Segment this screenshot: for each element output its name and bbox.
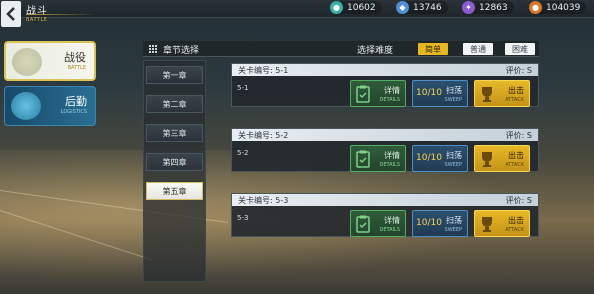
tab-battle-sublabel: BATTLE (67, 65, 86, 71)
stage-header: 关卡编号: 5-2 评价: S (232, 129, 538, 141)
stage-header: 关卡编号: 5-3 评价: S (232, 194, 538, 206)
chapter-item[interactable]: 第三章 (146, 124, 203, 142)
details-label: 详情 (384, 216, 400, 225)
page-subtitle: BATTLE (26, 17, 48, 23)
back-button[interactable] (1, 1, 21, 27)
difficulty-hard-button[interactable]: 困难 (505, 43, 535, 55)
coin-icon: ● (330, 1, 343, 14)
resource-value: 10602 (347, 2, 376, 13)
resource-counter-coin: ● 10602 (330, 1, 382, 14)
clipboard-icon (356, 85, 370, 103)
trophy-icon (482, 217, 492, 232)
background-streak (0, 210, 153, 261)
details-sublabel: DETAILS (379, 97, 400, 103)
attack-label: 出击 (508, 216, 524, 225)
sweep-button[interactable]: 10/10 扫荡 SWEEP (412, 210, 468, 237)
details-label: 详情 (384, 151, 400, 160)
sweep-sublabel: SWEEP (444, 227, 462, 233)
sweep-count: 10/10 (416, 153, 442, 163)
tab-battle[interactable]: 战役 BATTLE (4, 41, 96, 81)
stage-name: 5-2 (237, 149, 249, 157)
chapter-item-active[interactable]: 第五章 (146, 182, 203, 200)
stage-rating: 评价: S (505, 195, 532, 205)
panel-title: 章节选择 (163, 46, 200, 56)
logistics-emblem-icon (11, 92, 41, 120)
stage-code: 关卡编号: 5-2 (238, 130, 289, 140)
details-sublabel: DETAILS (379, 162, 400, 168)
chapter-panel-header: 章节选择 选择难度 简单 普通 困难 (143, 41, 539, 57)
trophy-icon (482, 152, 492, 167)
stage-card: 关卡编号: 5-2 评价: S 5-2 详情 DETAILS 10/10 扫荡 … (231, 128, 539, 172)
attack-button[interactable]: 出击 ATTACK (474, 80, 530, 107)
sweep-button[interactable]: 10/10 扫荡 SWEEP (412, 145, 468, 172)
resource-value: 13746 (413, 2, 442, 13)
resource-counter-feather: ✦ 12863 (462, 1, 514, 14)
attack-label: 出击 (508, 86, 524, 95)
attack-sublabel: ATTACK (505, 162, 524, 168)
chapter-item[interactable]: 第一章 (146, 66, 203, 84)
chapter-list: 第一章 第二章 第三章 第四章 第五章 (143, 60, 206, 282)
resource-counter-fuel: ● 104039 (529, 1, 587, 14)
grid-icon (149, 45, 157, 53)
details-button[interactable]: 详情 DETAILS (350, 210, 406, 237)
tab-logistics-label: 后勤 (65, 95, 87, 108)
resource-counter-crystal: ◆ 13746 (396, 1, 448, 14)
chapter-item[interactable]: 第四章 (146, 153, 203, 171)
attack-sublabel: ATTACK (505, 227, 524, 233)
sweep-count: 10/10 (416, 218, 442, 228)
attack-sublabel: ATTACK (505, 97, 524, 103)
attack-button[interactable]: 出击 ATTACK (474, 210, 530, 237)
difficulty-normal-button[interactable]: 普通 (463, 43, 493, 55)
details-sublabel: DETAILS (379, 227, 400, 233)
tab-battle-label: 战役 (64, 51, 86, 64)
stage-card: 关卡编号: 5-3 评价: S 5-3 详情 DETAILS 10/10 扫荡 … (231, 193, 539, 237)
stage-rating: 评价: S (505, 65, 532, 75)
details-button[interactable]: 详情 DETAILS (350, 80, 406, 107)
chapter-item[interactable]: 第二章 (146, 95, 203, 113)
resource-value: 12863 (479, 2, 508, 13)
clipboard-icon (356, 150, 370, 168)
stage-code: 关卡编号: 5-3 (238, 195, 289, 205)
crystal-icon: ◆ (396, 1, 409, 14)
fuel-icon: ● (529, 1, 542, 14)
sweep-label: 扫荡 (446, 216, 462, 225)
attack-label: 出击 (508, 151, 524, 160)
stage-name: 5-1 (237, 84, 249, 92)
sweep-button[interactable]: 10/10 扫荡 SWEEP (412, 80, 468, 107)
battle-emblem-icon (12, 48, 42, 76)
sweep-label: 扫荡 (446, 86, 462, 95)
sweep-sublabel: SWEEP (444, 97, 462, 103)
sweep-count: 10/10 (416, 88, 442, 98)
details-button[interactable]: 详情 DETAILS (350, 145, 406, 172)
title-underline (26, 14, 96, 15)
trophy-icon (482, 87, 492, 102)
stage-header: 关卡编号: 5-1 评价: S (232, 64, 538, 76)
tab-logistics-sublabel: LOGISTICS (60, 109, 87, 115)
resource-value: 104039 (546, 2, 581, 13)
sweep-sublabel: SWEEP (444, 162, 462, 168)
stage-code: 关卡编号: 5-1 (238, 65, 289, 75)
feather-icon: ✦ (462, 1, 475, 14)
stage-rating: 评价: S (505, 130, 532, 140)
stage-card: 关卡编号: 5-1 评价: S 5-1 详情 DETAILS 10/10 扫荡 … (231, 63, 539, 107)
tab-logistics[interactable]: 后勤 LOGISTICS (4, 86, 96, 126)
difficulty-easy-button[interactable]: 简单 (418, 43, 448, 55)
difficulty-label: 选择难度 (357, 46, 394, 56)
details-label: 详情 (384, 86, 400, 95)
chevron-left-icon (6, 7, 15, 21)
clipboard-icon (356, 215, 370, 233)
attack-button[interactable]: 出击 ATTACK (474, 145, 530, 172)
sweep-label: 扫荡 (446, 151, 462, 160)
stage-name: 5-3 (237, 214, 249, 222)
